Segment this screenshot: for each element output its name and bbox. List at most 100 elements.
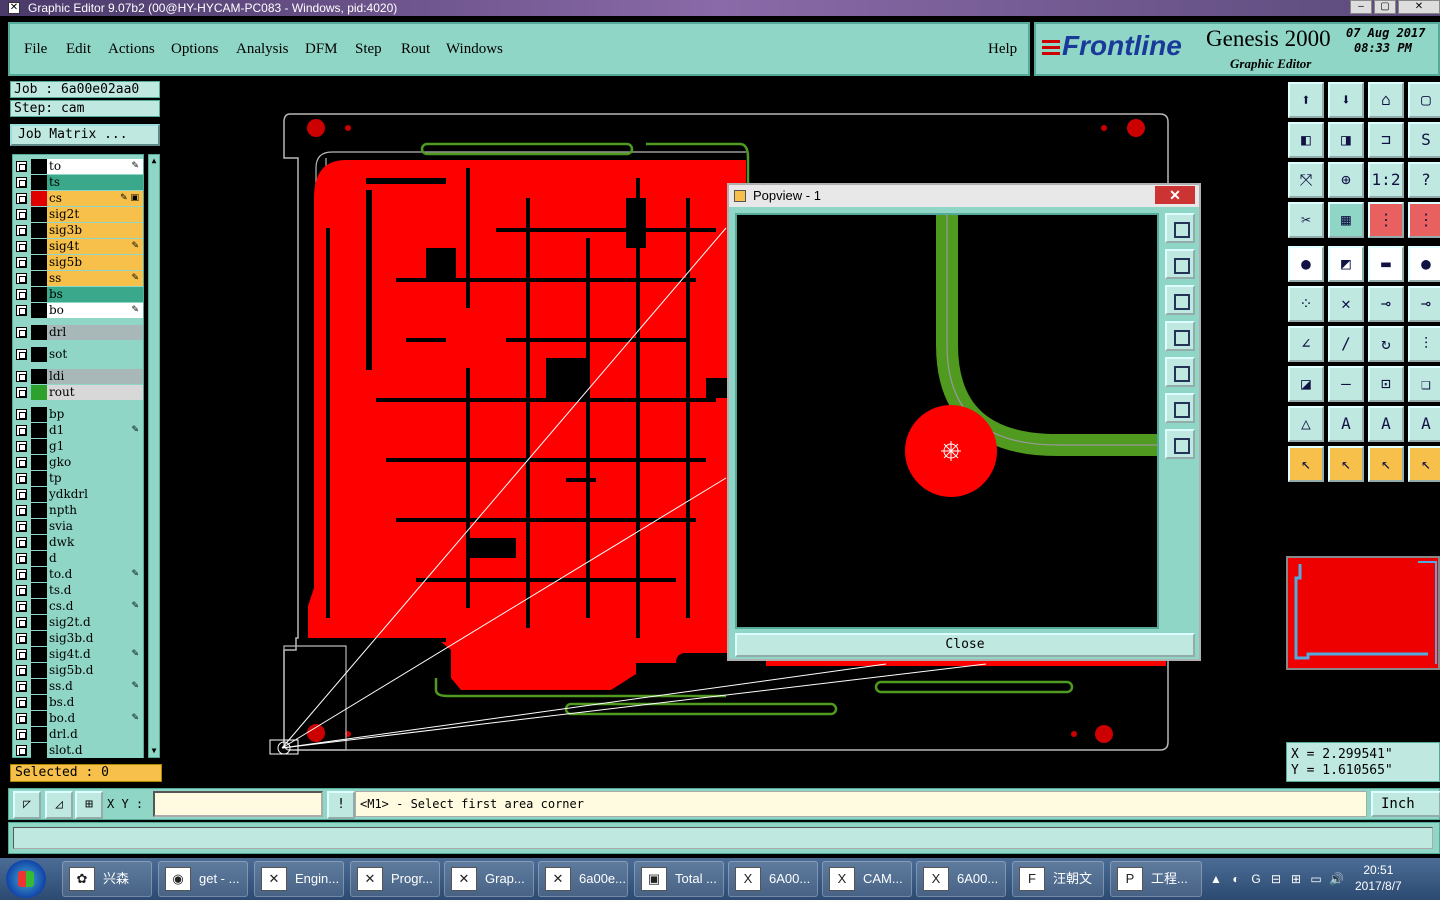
taskbar-item[interactable]: P 工程... [1110, 861, 1202, 897]
layer-color-swatch[interactable] [31, 599, 47, 614]
layer-row[interactable]: sig4t.d ✎ [13, 647, 145, 662]
layer-checkbox[interactable] [16, 273, 27, 284]
menu-edit[interactable]: Edit [66, 41, 91, 58]
layer-row[interactable]: to.d ✎ [13, 567, 145, 582]
layer-color-swatch[interactable] [31, 647, 47, 662]
layer-color-swatch[interactable] [31, 471, 47, 486]
layer-row[interactable]: bo ✎ [13, 303, 145, 318]
tool-button-14-icon[interactable]: ▦ [1328, 202, 1364, 238]
tool-button-39-icon[interactable]: ↖ [1368, 446, 1404, 482]
layer-checkbox[interactable] [16, 349, 27, 360]
tool-button-5-icon[interactable]: ◧ [1288, 122, 1324, 158]
tray-icon[interactable]: 🔊 [1329, 872, 1344, 886]
menu-help[interactable]: Help [988, 41, 1017, 58]
layer-row[interactable]: d1 ✎ [13, 423, 145, 438]
layer-color-swatch[interactable] [31, 255, 47, 270]
layer-color-swatch[interactable] [31, 385, 47, 400]
layer-name[interactable]: sig3b.d [47, 631, 143, 646]
layer-name[interactable]: gko [47, 455, 143, 470]
layer-name[interactable]: sot [47, 347, 143, 362]
layer-color-swatch[interactable] [31, 191, 47, 206]
layer-row[interactable]: svia [13, 519, 145, 534]
layer-name[interactable]: drl [47, 325, 143, 340]
layer-color-swatch[interactable] [31, 175, 47, 190]
layer-color-swatch[interactable] [31, 423, 47, 438]
tool-button-1-icon[interactable]: ⬆ [1288, 82, 1324, 118]
layer-name[interactable]: sig5b [47, 255, 143, 270]
unit-selector[interactable]: Inch [1371, 791, 1440, 817]
taskbar-item[interactable]: ✕ Grap... [444, 861, 534, 897]
tool-button-10-icon[interactable]: ⊕ [1328, 162, 1364, 198]
layer-row[interactable]: g1 [13, 439, 145, 454]
layer-row[interactable]: bs.d [13, 695, 145, 710]
layer-checkbox[interactable] [16, 409, 27, 420]
tool-button-31-icon[interactable]: ⊡ [1368, 366, 1404, 402]
layer-name[interactable]: to.d ✎ [47, 567, 143, 582]
layer-color-swatch[interactable] [31, 711, 47, 726]
layer-row[interactable]: dwk [13, 535, 145, 550]
layer-color-swatch[interactable] [31, 615, 47, 630]
menu-options[interactable]: Options [171, 41, 219, 58]
layer-checkbox[interactable] [16, 505, 27, 516]
layer-checkbox[interactable] [16, 425, 27, 436]
popview-zoom-fit-icon[interactable] [1165, 213, 1195, 243]
layer-row[interactable]: drl.d [13, 727, 145, 742]
tool-button-2-icon[interactable]: ⬇ [1328, 82, 1364, 118]
taskbar-item[interactable]: ▣ Total ... [634, 861, 724, 897]
layer-checkbox[interactable] [16, 257, 27, 268]
tool-button-4-icon[interactable]: ▢ [1408, 82, 1440, 118]
tray-icon[interactable]: G [1249, 872, 1263, 886]
tool-button-20-icon[interactable]: ● [1408, 246, 1440, 282]
tool-button-15-icon[interactable]: ⋮ [1368, 202, 1404, 238]
taskbar-item[interactable]: ✕ 6a00e... [538, 861, 628, 897]
layer-color-swatch[interactable] [31, 455, 47, 470]
layer-row[interactable]: bo.d ✎ [13, 711, 145, 726]
popview-pan-down-icon[interactable] [1165, 285, 1195, 315]
layer-row[interactable]: rout [13, 385, 145, 400]
layer-row[interactable]: sig4t ✎ [13, 239, 145, 254]
layer-name[interactable]: cs ✎ ▣ [47, 191, 143, 206]
layer-checkbox[interactable] [16, 729, 27, 740]
layer-color-swatch[interactable] [31, 727, 47, 742]
layer-name[interactable]: sig2t.d [47, 615, 143, 630]
popview-window[interactable]: Popview - 1 ✕ Close [727, 183, 1201, 661]
layer-row[interactable]: ts [13, 175, 145, 190]
layer-row[interactable]: bp [13, 407, 145, 422]
taskbar-item[interactable]: ◉ get - ... [158, 861, 248, 897]
layer-color-swatch[interactable] [31, 567, 47, 582]
layer-name[interactable]: bo.d ✎ [47, 711, 143, 726]
minimize-button[interactable]: – [1350, 0, 1372, 14]
tool-button-21-icon[interactable]: ⁘ [1288, 286, 1324, 322]
tool-button-13-icon[interactable]: ✂ [1288, 202, 1324, 238]
layer-checkbox[interactable] [16, 489, 27, 500]
layer-name[interactable]: sig4t.d ✎ [47, 647, 143, 662]
tool-button-24-icon[interactable]: ⊸ [1408, 286, 1440, 322]
layer-name[interactable]: d [47, 551, 143, 566]
layer-row[interactable]: ss.d ✎ [13, 679, 145, 694]
layer-row[interactable]: ldi [13, 369, 145, 384]
popview-zoom-out-icon[interactable] [1165, 429, 1195, 459]
layer-color-swatch[interactable] [31, 503, 47, 518]
tool-button-7-icon[interactable]: ⊐ [1368, 122, 1404, 158]
layer-name[interactable]: cs.d ✎ [47, 599, 143, 614]
taskbar-item[interactable]: X 6A00... [916, 861, 1006, 897]
tool-button-23-icon[interactable]: ⊸ [1368, 286, 1404, 322]
layer-name[interactable]: ydkdrl [47, 487, 143, 502]
layer-color-swatch[interactable] [31, 695, 47, 710]
layer-checkbox[interactable] [16, 193, 27, 204]
tray-icon[interactable]: ◐ [1229, 872, 1243, 886]
layer-row[interactable]: cs.d ✎ [13, 599, 145, 614]
taskbar-item[interactable]: ✿ 兴森快... [62, 861, 152, 897]
layer-color-swatch[interactable] [31, 663, 47, 678]
layer-color-swatch[interactable] [31, 207, 47, 222]
layer-checkbox[interactable] [16, 161, 27, 172]
tray-icon[interactable]: ▲ [1209, 872, 1223, 886]
layer-color-swatch[interactable] [31, 407, 47, 422]
popview-close-x-button[interactable]: ✕ [1155, 186, 1195, 204]
snap-icon[interactable]: ◸ [13, 791, 41, 819]
layer-color-swatch[interactable] [31, 223, 47, 238]
layer-row[interactable]: gko [13, 455, 145, 470]
layer-color-swatch[interactable] [31, 271, 47, 286]
job-matrix-button[interactable]: Job Matrix ... [10, 124, 160, 146]
layer-row[interactable]: slot.d [13, 743, 145, 758]
